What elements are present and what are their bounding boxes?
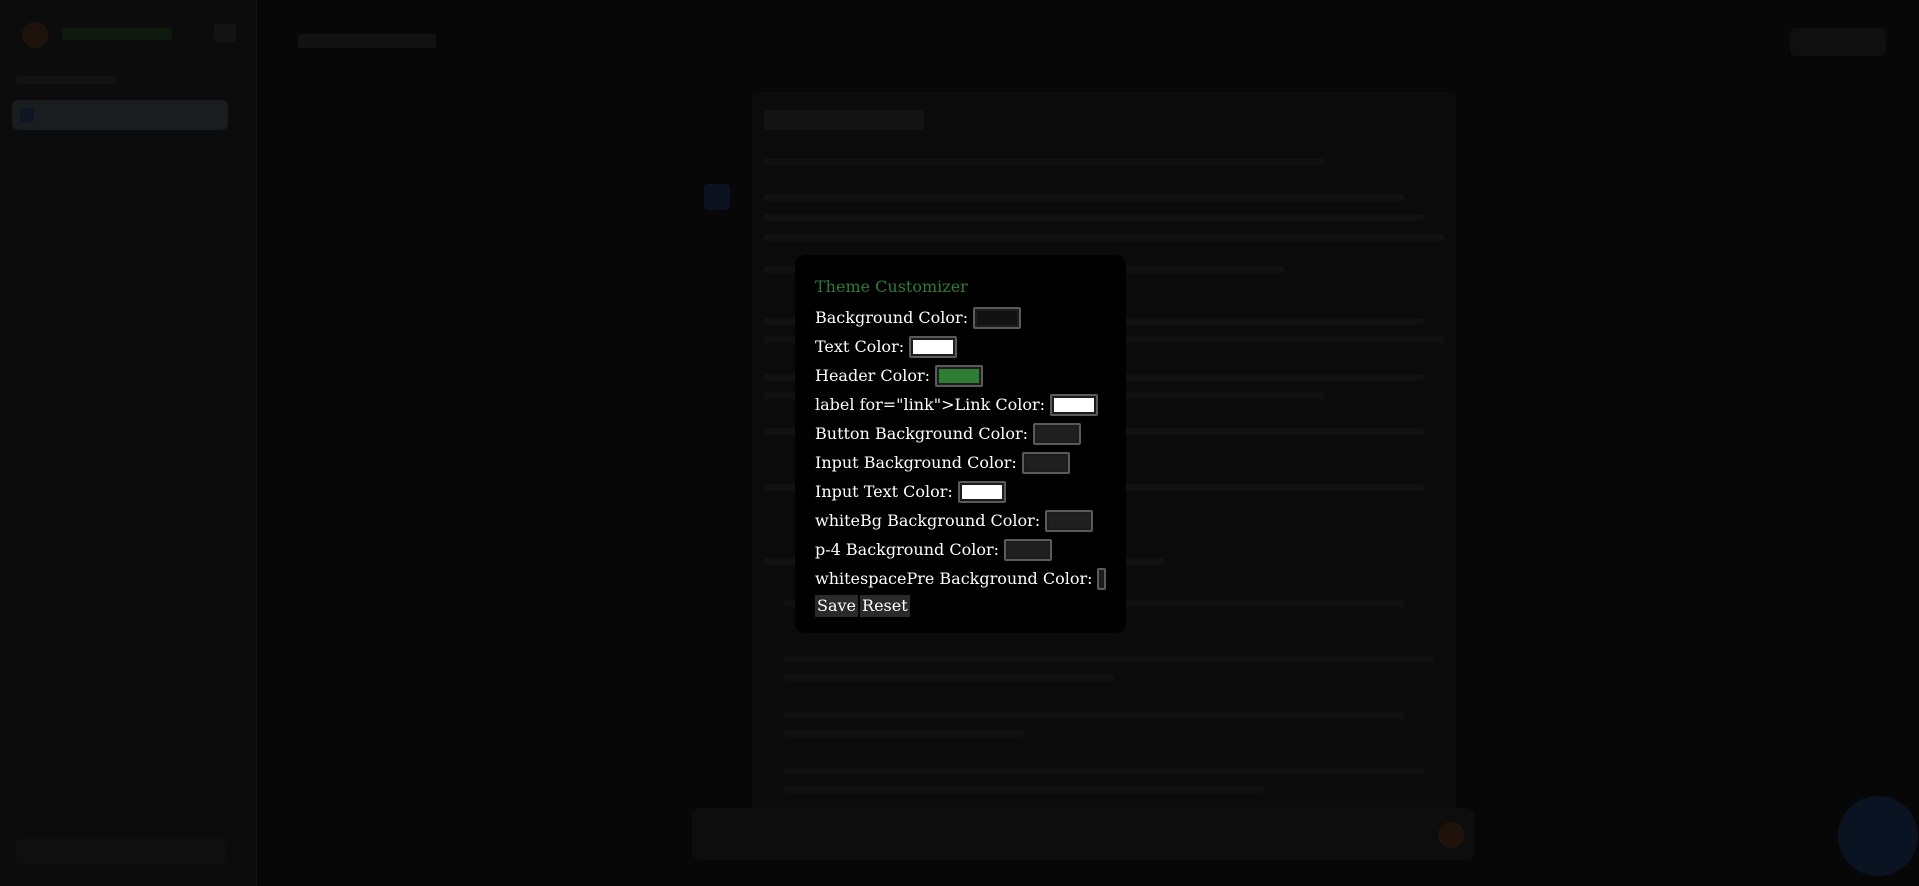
message-composer[interactable] <box>692 808 1474 860</box>
sidebar-section-heading <box>16 76 116 84</box>
assistant-avatar <box>704 184 730 210</box>
button-bg-color-row: Button Background Color: <box>815 419 1106 448</box>
reset-button[interactable]: Reset <box>860 595 910 617</box>
background-color-label: Background Color: <box>815 307 969 327</box>
app-brand <box>62 28 172 40</box>
input-bg-color-picker[interactable] <box>1021 451 1070 474</box>
message-text-line <box>784 674 1114 681</box>
p4-bg-color-row: p-4 Background Color: <box>815 535 1106 564</box>
modal-title: Theme Customizer <box>815 277 968 296</box>
input-bg-color-label: Input Background Color: <box>815 452 1017 472</box>
color-swatch <box>1008 542 1048 557</box>
input-bg-color-row: Input Background Color: <box>815 448 1106 477</box>
message-heading <box>764 110 924 130</box>
message-text-line <box>784 656 1434 663</box>
header-color-row: Header Color: <box>815 361 1106 390</box>
p4-bg-color-label: p-4 Background Color: <box>815 539 999 559</box>
input-text-color-label: Input Text Color: <box>815 481 953 501</box>
app-logo-icon <box>22 22 48 48</box>
color-swatch <box>1025 455 1066 470</box>
color-swatch <box>1037 426 1078 441</box>
message-text-line <box>784 712 1404 719</box>
message-text-line <box>764 214 1424 221</box>
whitebg-bg-color-label: whiteBg Background Color: <box>815 510 1041 530</box>
input-text-color-row: Input Text Color: <box>815 477 1106 506</box>
color-swatch <box>913 339 954 354</box>
input-text-color-picker[interactable] <box>957 480 1006 503</box>
sidebar <box>0 0 257 886</box>
background-color-picker[interactable] <box>973 306 1022 329</box>
app-root: Theme Customizer Background Color: Text … <box>0 0 1919 886</box>
color-swatch <box>1049 513 1090 528</box>
whitespacepre-bg-color-picker[interactable] <box>1097 567 1106 590</box>
message-divider <box>764 158 1324 166</box>
header-color-picker[interactable] <box>935 364 984 387</box>
sidebar-item-active[interactable] <box>12 100 228 130</box>
message-text-line <box>784 768 1424 775</box>
link-color-label: label for="link">Link Color: <box>815 394 1046 414</box>
color-swatch <box>939 368 980 383</box>
link-color-picker[interactable] <box>1050 393 1099 416</box>
whitespacepre-bg-color-label: whitespacePre Background Color: <box>815 568 1093 588</box>
color-swatch <box>977 310 1018 325</box>
chat-icon <box>20 108 34 122</box>
message-text-line <box>784 730 1024 737</box>
page-title <box>298 34 436 48</box>
message-text-line <box>764 194 1404 201</box>
header-action-button[interactable] <box>1790 28 1886 56</box>
text-color-label: Text Color: <box>815 336 905 356</box>
save-button[interactable]: Save <box>815 595 859 617</box>
sidebar-user-menu[interactable] <box>16 838 226 864</box>
whitebg-bg-color-row: whiteBg Background Color: <box>815 506 1106 535</box>
color-swatch <box>961 484 1002 499</box>
color-swatch <box>1054 397 1095 412</box>
color-swatch <box>1101 571 1102 586</box>
text-color-picker[interactable] <box>909 335 958 358</box>
help-fab-button[interactable] <box>1838 796 1918 876</box>
theme-customizer-modal: Theme Customizer Background Color: Text … <box>795 255 1126 633</box>
button-bg-color-label: Button Background Color: <box>815 423 1029 443</box>
modal-actions: Save Reset <box>815 595 1106 617</box>
header-color-label: Header Color: <box>815 365 931 385</box>
button-bg-color-picker[interactable] <box>1033 422 1082 445</box>
message-text-line <box>764 234 1444 241</box>
sidebar-toggle-icon[interactable] <box>214 24 236 42</box>
whitebg-bg-color-picker[interactable] <box>1045 509 1094 532</box>
link-color-row: label for="link">Link Color: <box>815 390 1106 419</box>
whitespacepre-bg-color-row: whitespacePre Background Color: <box>815 564 1106 593</box>
send-button[interactable] <box>1438 822 1464 848</box>
text-color-row: Text Color: <box>815 332 1106 361</box>
message-text-line <box>784 786 1264 793</box>
p4-bg-color-picker[interactable] <box>1004 538 1052 561</box>
background-color-row: Background Color: <box>815 303 1106 332</box>
